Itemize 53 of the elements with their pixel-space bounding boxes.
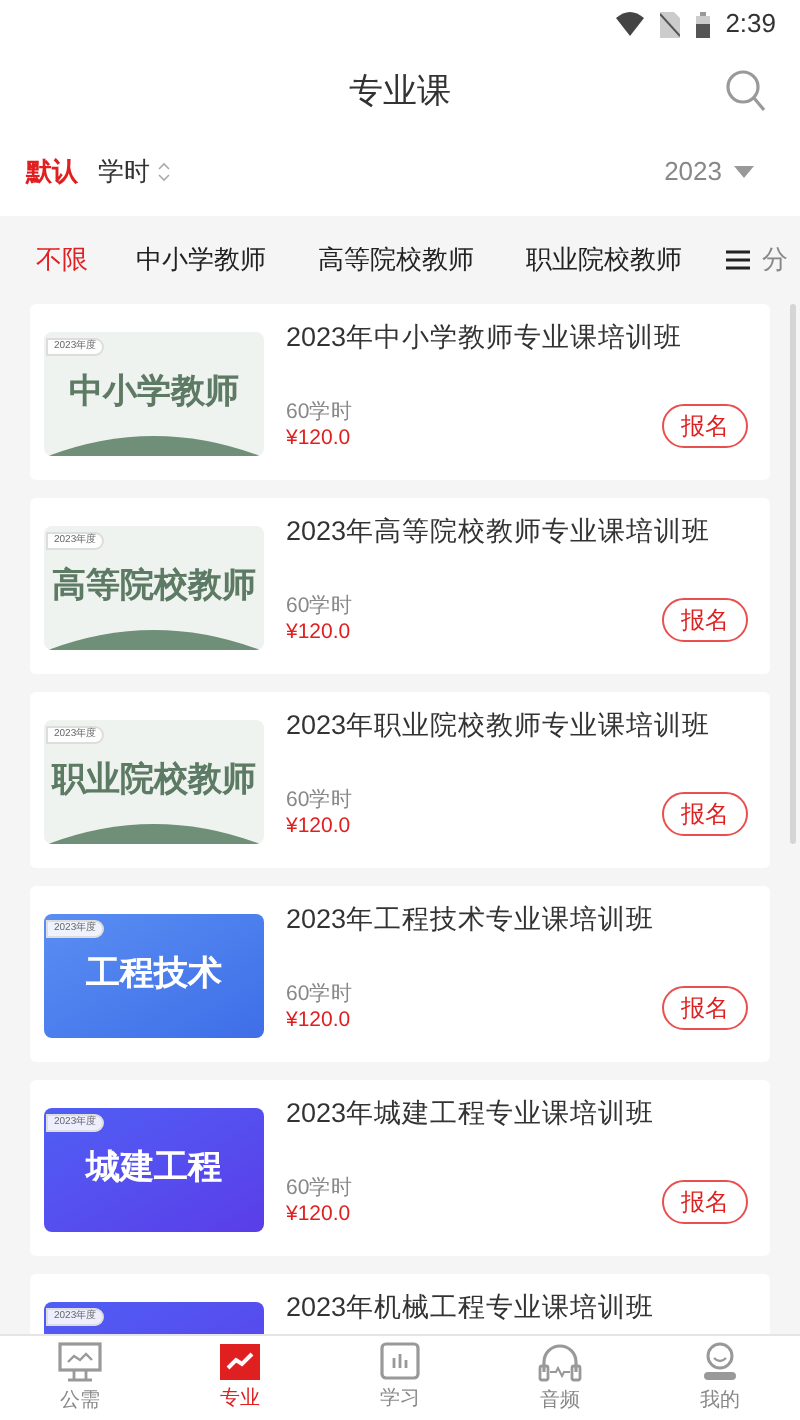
battery-icon — [695, 11, 710, 37]
enroll-button[interactable]: 报名 — [662, 1180, 748, 1224]
course-price: ¥120.0 — [286, 1008, 353, 1034]
wifi-icon — [615, 12, 644, 36]
tab-bar-item[interactable]: 音频 — [480, 1336, 640, 1420]
user-icon — [702, 1341, 738, 1381]
thumbnail-title: 城建工程 — [83, 1146, 224, 1190]
course-price: ¥120.0 — [286, 1202, 353, 1228]
headphones-icon — [538, 1341, 582, 1381]
course-hours: 60学时 — [286, 1176, 356, 1202]
thumbnail-title: 工程技术 — [84, 952, 224, 996]
thumbnail-title: 高等院校教师 — [50, 564, 258, 608]
course-hours: 60学时 — [286, 982, 356, 1008]
tab-bar-item[interactable]: 我的 — [640, 1336, 800, 1420]
caret-icon — [734, 166, 754, 178]
course-price: ¥120.0 — [286, 814, 353, 840]
tab-bar-item[interactable]: 专业 — [160, 1336, 320, 1420]
enroll-button[interactable]: 报名 — [662, 792, 748, 836]
sort-option[interactable]: 默认 — [26, 152, 78, 192]
tab-bar-item[interactable]: 公需 — [0, 1336, 160, 1420]
category-tab[interactable]: 不限 — [36, 240, 88, 280]
enroll-button[interactable]: 报名 — [662, 404, 748, 448]
course-hours: 60学时 — [286, 788, 356, 814]
enroll-button[interactable]: 报名 — [662, 598, 748, 642]
course-title: 2023年机械工程专业课培训班 — [286, 1290, 657, 1326]
enroll-button[interactable]: 报名 — [662, 986, 748, 1030]
category-tab[interactable]: 中小学教师 — [136, 240, 266, 280]
sort-icon — [158, 162, 170, 182]
year-dropdown[interactable]: 2023 — [664, 152, 774, 192]
category-menu[interactable]: 分 — [726, 240, 788, 280]
tab-bar-item[interactable]: 学习 — [320, 1336, 480, 1420]
course-price: ¥120.0 — [286, 620, 353, 646]
course-title: 2023年工程技术专业课培训班 — [286, 902, 657, 938]
no-sim-icon — [659, 11, 680, 37]
course-title: 2023年城建工程专业课培训班 — [286, 1096, 657, 1132]
category-tab[interactable]: 职业院校教师 — [526, 240, 682, 280]
course-hours: 60学时 — [286, 594, 356, 620]
chart-icon — [220, 1343, 260, 1379]
category-tab[interactable]: 高等院校教师 — [318, 240, 474, 280]
course-title: 2023年高等院校教师专业课培训班 — [286, 514, 713, 550]
course-hours: 60学时 — [286, 400, 356, 426]
thumbnail-title: 职业院校教师 — [49, 758, 258, 802]
thumbnail-title: 中小学教师 — [67, 370, 241, 414]
status-time: 2:39 — [725, 6, 776, 43]
search-icon[interactable] — [726, 70, 766, 112]
course-title: 2023年职业院校教师专业课培训班 — [286, 708, 713, 744]
course-price: ¥120.0 — [286, 426, 353, 452]
menu-icon — [726, 250, 750, 270]
sort-option[interactable]: 学时 — [98, 152, 170, 192]
course-title: 2023年中小学教师专业课培训班 — [286, 320, 685, 356]
monitor-icon — [58, 1341, 102, 1381]
page-title: 专业课 — [349, 70, 451, 115]
bar-chart-icon — [380, 1342, 420, 1380]
